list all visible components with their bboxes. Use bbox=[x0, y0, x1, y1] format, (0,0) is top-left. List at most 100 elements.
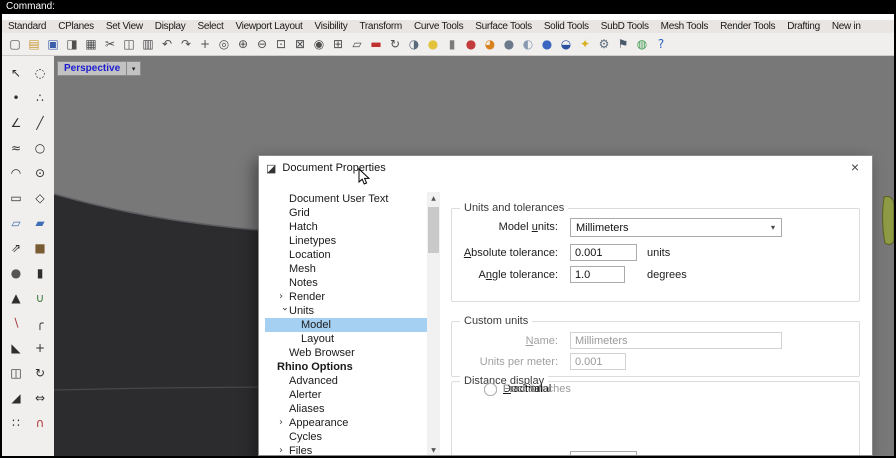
rectangle-icon[interactable]: ▭ bbox=[4, 185, 28, 210]
surface-icon[interactable]: ▱ bbox=[4, 210, 28, 235]
move-icon[interactable]: + bbox=[28, 335, 52, 360]
extrude-icon[interactable]: ⇗ bbox=[4, 235, 28, 260]
render-preview-icon[interactable]: ◕ bbox=[481, 35, 499, 53]
tree-item[interactable]: › Hatch bbox=[265, 220, 427, 234]
menu-item[interactable]: Drafting bbox=[781, 21, 826, 32]
box-icon[interactable]: ■ bbox=[28, 235, 52, 260]
incremental-save-icon[interactable]: ◨ bbox=[63, 35, 81, 53]
menu-item[interactable]: Surface Tools bbox=[469, 21, 538, 32]
pan-icon[interactable]: + bbox=[196, 35, 214, 53]
tree-item[interactable]: › Location bbox=[265, 248, 427, 262]
absolute-tolerance-input[interactable] bbox=[570, 244, 637, 261]
undo-icon[interactable]: ↶ bbox=[158, 35, 176, 53]
raytraced-sphere-icon[interactable]: ◒ bbox=[557, 35, 575, 53]
viewport-layout-icon[interactable]: ⊞ bbox=[329, 35, 347, 53]
menu-item[interactable]: Select bbox=[191, 21, 229, 32]
shade-view-icon[interactable]: ◑ bbox=[405, 35, 423, 53]
rotate-view-icon[interactable]: ↻ bbox=[386, 35, 404, 53]
open-file-icon[interactable]: ▤ bbox=[25, 35, 43, 53]
lightbulb-icon[interactable]: ● bbox=[424, 35, 442, 53]
redo-icon[interactable]: ↷ bbox=[177, 35, 195, 53]
menu-item[interactable]: Display bbox=[149, 21, 192, 32]
ghosted-sphere-icon[interactable]: ◐ bbox=[519, 35, 537, 53]
tree-item[interactable]: › Files bbox=[265, 444, 427, 455]
tree-expander-icon[interactable]: › bbox=[279, 418, 289, 428]
tree-item[interactable]: › Notes bbox=[265, 276, 427, 290]
display-precision-input[interactable] bbox=[570, 451, 637, 455]
cplane-icon[interactable]: ▱ bbox=[348, 35, 366, 53]
tree-item[interactable]: › Layout bbox=[265, 332, 427, 346]
zoom-window-icon[interactable]: ⊡ bbox=[272, 35, 290, 53]
menu-item[interactable]: Standard bbox=[2, 21, 52, 32]
select-pointer-icon[interactable]: ↖ bbox=[4, 60, 28, 85]
angle-tolerance-input[interactable] bbox=[570, 266, 625, 283]
polyline-icon[interactable]: ∠ bbox=[4, 110, 28, 135]
tree-item[interactable]: › Web Browser bbox=[265, 346, 427, 360]
boolean-difference-icon[interactable]: ∖ bbox=[4, 310, 28, 335]
tree-expander-icon[interactable]: › bbox=[279, 307, 290, 317]
tree-item[interactable]: › Model bbox=[265, 318, 427, 332]
circle-icon[interactable]: ○ bbox=[28, 135, 52, 160]
car-icon[interactable]: ▬ bbox=[367, 35, 385, 53]
zoom-out-icon[interactable]: ⊖ bbox=[253, 35, 271, 53]
menu-item[interactable]: Viewport Layout bbox=[229, 21, 308, 32]
snap-magnet-icon[interactable]: ∩ bbox=[28, 410, 52, 435]
tree-item[interactable]: › Aliases bbox=[265, 402, 427, 416]
menu-item[interactable]: Visibility bbox=[309, 21, 354, 32]
yellow-model-object[interactable] bbox=[882, 196, 894, 245]
menu-item[interactable]: SubD Tools bbox=[595, 21, 655, 32]
line-icon[interactable]: ╱ bbox=[28, 110, 52, 135]
copy-tool-icon[interactable]: ◫ bbox=[4, 360, 28, 385]
radio-icon[interactable] bbox=[484, 382, 497, 396]
tree-item[interactable]: › Cycles bbox=[265, 430, 427, 444]
tree-item[interactable]: › Linetypes bbox=[265, 234, 427, 248]
shaded-sphere-icon[interactable]: ● bbox=[500, 35, 518, 53]
plane-icon[interactable]: ▰ bbox=[28, 210, 52, 235]
menu-item[interactable]: Set View bbox=[100, 21, 149, 32]
rendered-sphere-icon[interactable]: ● bbox=[538, 35, 556, 53]
render-icon[interactable]: ● bbox=[462, 35, 480, 53]
cone-icon[interactable]: ▲ bbox=[4, 285, 28, 310]
paste-icon[interactable]: ▥ bbox=[139, 35, 157, 53]
zoom-dynamic-icon[interactable]: ◎ bbox=[215, 35, 233, 53]
chamfer-icon[interactable]: ◣ bbox=[4, 335, 28, 360]
tree-item[interactable]: › Alerter bbox=[265, 388, 427, 402]
scroll-down-icon[interactable]: ▼ bbox=[427, 444, 440, 455]
tree-item[interactable]: › Mesh bbox=[265, 262, 427, 276]
close-button[interactable]: × bbox=[838, 156, 872, 178]
sphere-icon[interactable]: ● bbox=[4, 260, 28, 285]
scale-icon[interactable]: ◢ bbox=[4, 385, 28, 410]
wand-icon[interactable]: ✦ bbox=[576, 35, 594, 53]
tree-item[interactable]: › Grid bbox=[265, 206, 427, 220]
scroll-up-icon[interactable]: ▲ bbox=[427, 192, 440, 205]
radio-option[interactable]: Feet & Inches bbox=[484, 382, 571, 396]
tree-item[interactable]: › Units bbox=[265, 304, 427, 318]
zoom-in-icon[interactable]: ⊕ bbox=[234, 35, 252, 53]
boolean-union-icon[interactable]: ∪ bbox=[28, 285, 52, 310]
dialog-title-bar[interactable]: ◪ Document Properties bbox=[259, 156, 872, 180]
scrollbar-thumb[interactable] bbox=[428, 207, 439, 253]
globe-icon[interactable]: ◍ bbox=[633, 35, 651, 53]
tree-item[interactable]: › Render bbox=[265, 290, 427, 304]
cut-icon[interactable]: ✂ bbox=[101, 35, 119, 53]
point-icon[interactable]: • bbox=[4, 85, 28, 110]
model-units-dropdown[interactable]: Millimeters ▾ bbox=[570, 218, 782, 237]
flag-icon[interactable]: ⚑ bbox=[614, 35, 632, 53]
new-file-icon[interactable]: ▢ bbox=[6, 35, 24, 53]
selection-filter-icon[interactable]: ◌ bbox=[28, 60, 52, 85]
menu-item[interactable]: Solid Tools bbox=[538, 21, 595, 32]
custom-name-input[interactable] bbox=[570, 332, 782, 349]
menu-item[interactable]: Render Tools bbox=[714, 21, 781, 32]
arc-icon[interactable]: ◠ bbox=[4, 160, 28, 185]
fillet-icon[interactable]: ╭ bbox=[28, 310, 52, 335]
polygon-icon[interactable]: ◇ bbox=[28, 185, 52, 210]
tree-item[interactable]: › Document User Text bbox=[265, 192, 427, 206]
tree-item[interactable]: › Advanced bbox=[265, 374, 427, 388]
array-icon[interactable]: ∷ bbox=[4, 410, 28, 435]
rotate-tool-icon[interactable]: ↻ bbox=[28, 360, 52, 385]
viewport-title[interactable]: Perspective bbox=[57, 61, 128, 76]
point-cloud-icon[interactable]: ∴ bbox=[28, 85, 52, 110]
menu-item[interactable]: Mesh Tools bbox=[655, 21, 714, 32]
cylinder-tool-icon[interactable]: ▮ bbox=[28, 260, 52, 285]
zoom-selected-icon[interactable]: ◉ bbox=[310, 35, 328, 53]
